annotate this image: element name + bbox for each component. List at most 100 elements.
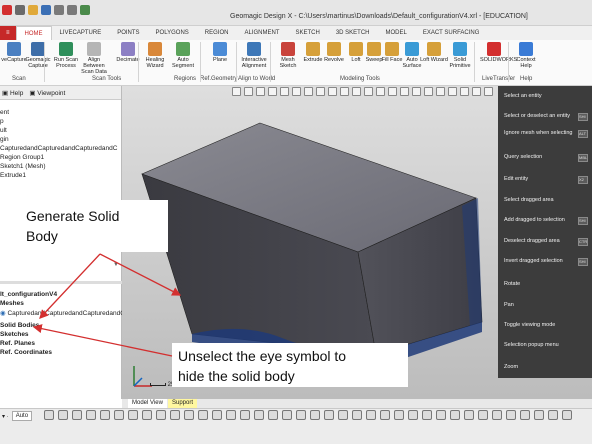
status-tool-icon[interactable] [338,410,348,420]
status-tool-icon[interactable] [198,410,208,420]
panel-divider[interactable] [0,281,122,284]
status-tool-icon[interactable] [296,410,306,420]
status-tool-icon[interactable] [72,410,82,420]
tab-sketch[interactable]: SKETCH [287,26,327,40]
status-tool-icon[interactable] [310,410,320,420]
status-tool-icon[interactable] [100,410,110,420]
model-tree-item[interactable]: ◉ CapturedandCapturedandCapturedandCa [0,309,129,318]
tool-label: Align Between Scan Data [81,57,107,75]
save-icon[interactable] [41,5,51,15]
annotation-body: Body [26,228,58,244]
solidworks-button[interactable]: SOLIDWORKS [480,42,517,63]
tab-polygons[interactable]: POLYGONS [148,26,197,40]
status-tool-icon[interactable] [184,410,194,420]
tree-item[interactable]: p [0,117,4,126]
plane-button[interactable]: Plane [206,42,234,63]
redo-icon[interactable] [67,5,77,15]
status-tool-icon[interactable] [562,410,572,420]
scan-icon [59,42,73,56]
segment-button[interactable]: Auto Segment [169,42,197,69]
status-tool-icon[interactable] [408,410,418,420]
selection-mode[interactable]: ▾ · Auto [2,411,33,421]
dropdown-arrow-icon[interactable]: ▾ · [2,413,9,420]
mesh-sketch-button[interactable]: Mesh Sketch [274,42,302,69]
status-tool-icon[interactable] [142,410,152,420]
tab-model-view[interactable]: Model View [128,399,167,408]
options-icon[interactable] [80,5,90,15]
help-button[interactable]: Context Help [512,42,540,69]
mode-selector[interactable]: Auto [11,411,33,421]
tree-item[interactable]: gin [0,135,9,144]
status-tool-icon[interactable] [366,410,376,420]
app-logo-icon[interactable] [2,5,12,15]
tab-exact-surfacing[interactable]: EXACT SURFACING [415,26,488,40]
status-tool-icon[interactable] [492,410,502,420]
ribbon-separator [138,42,139,82]
align-button[interactable]: Align Between Scan Data [80,42,108,75]
tree-item[interactable]: CapturedandCapturedandCapturedandC [0,144,117,153]
quick-access-toolbar [2,5,90,15]
status-tool-icon[interactable] [254,410,264,420]
tab-viewpoint[interactable]: ▣ Viewpoint [29,89,65,97]
capture-button[interactable]: Geomagic Capture [24,42,52,69]
window-title: Geomagic Design X - C:\Users\martinus\Do… [230,13,528,20]
tree-item[interactable]: Region Group1 [0,153,44,162]
model-tree-item[interactable]: Solid Bodies [0,321,39,330]
tab-help[interactable]: ▣ Help [2,89,23,97]
status-tool-icon[interactable] [86,410,96,420]
tab-livecapture[interactable]: LIVECAPTURE [52,26,110,40]
status-tool-icon[interactable] [114,410,124,420]
status-tool-icon[interactable] [170,410,180,420]
status-tool-icon[interactable] [534,410,544,420]
status-tool-icon[interactable] [506,410,516,420]
status-tool-icon[interactable] [520,410,530,420]
tab-alignment[interactable]: ALIGNMENT [236,26,287,40]
status-tool-icon[interactable] [422,410,432,420]
status-tool-icon[interactable] [478,410,488,420]
status-tool-icon[interactable] [548,410,558,420]
tab-model[interactable]: MODEL [378,26,415,40]
status-tool-icon[interactable] [436,410,446,420]
mouse-help-label: Invert dragged selection [504,258,563,264]
status-tool-icon[interactable] [464,410,474,420]
tab-home[interactable]: HOME [15,26,52,40]
status-tool-icon[interactable] [212,410,222,420]
mouse-help-item: Add dragged to selection SHI [504,217,588,225]
status-tool-icon[interactable] [450,410,460,420]
status-tool-icon[interactable] [324,410,334,420]
status-tool-icon[interactable] [352,410,362,420]
model-tree-item[interactable]: Meshes [0,299,24,308]
status-tool-icon[interactable] [58,410,68,420]
status-tool-icon[interactable] [240,410,250,420]
tab-3d-sketch[interactable]: 3D SKETCH [328,26,378,40]
model-tree-item[interactable]: lt_configurationV4 [0,290,57,299]
tab-region[interactable]: REGION [197,26,237,40]
solid-primitive-button[interactable]: Solid Primitive [446,42,474,69]
status-tool-icon[interactable] [380,410,390,420]
status-tool-icon[interactable] [282,410,292,420]
scroll-down-icon[interactable]: ▼ [113,262,119,268]
undo-icon[interactable] [54,5,64,15]
file-menu-tab[interactable]: ≡ [0,26,16,40]
status-tool-icon[interactable] [156,410,166,420]
tree-item[interactable]: ent [0,108,9,117]
loft-wizard-button[interactable]: Loft Wizard [420,42,448,63]
status-tool-icon[interactable] [128,410,138,420]
status-tool-icon[interactable] [268,410,278,420]
scan-button[interactable]: Run Scan Process [52,42,80,69]
tree-item[interactable]: Extrude1 [0,171,26,180]
tab-points[interactable]: POINTS [109,26,147,40]
status-tool-icon[interactable] [44,410,54,420]
new-file-icon[interactable] [15,5,25,15]
tree-item[interactable]: ult [0,126,7,135]
open-folder-icon[interactable] [28,5,38,15]
tab-support[interactable]: Support [168,399,198,408]
tree-item[interactable]: Sketch1 (Mesh) [0,162,46,171]
model-tree-item[interactable]: Ref. Coordinates [0,348,52,357]
status-tool-icon[interactable] [394,410,404,420]
status-tool-icon[interactable] [226,410,236,420]
alignment-button[interactable]: Interactive Alignment [240,42,268,69]
healing-button[interactable]: Healing Wizard [141,42,169,69]
model-tree-item[interactable]: Ref. Planes [0,339,35,348]
model-tree-item[interactable]: Sketches [0,330,29,339]
